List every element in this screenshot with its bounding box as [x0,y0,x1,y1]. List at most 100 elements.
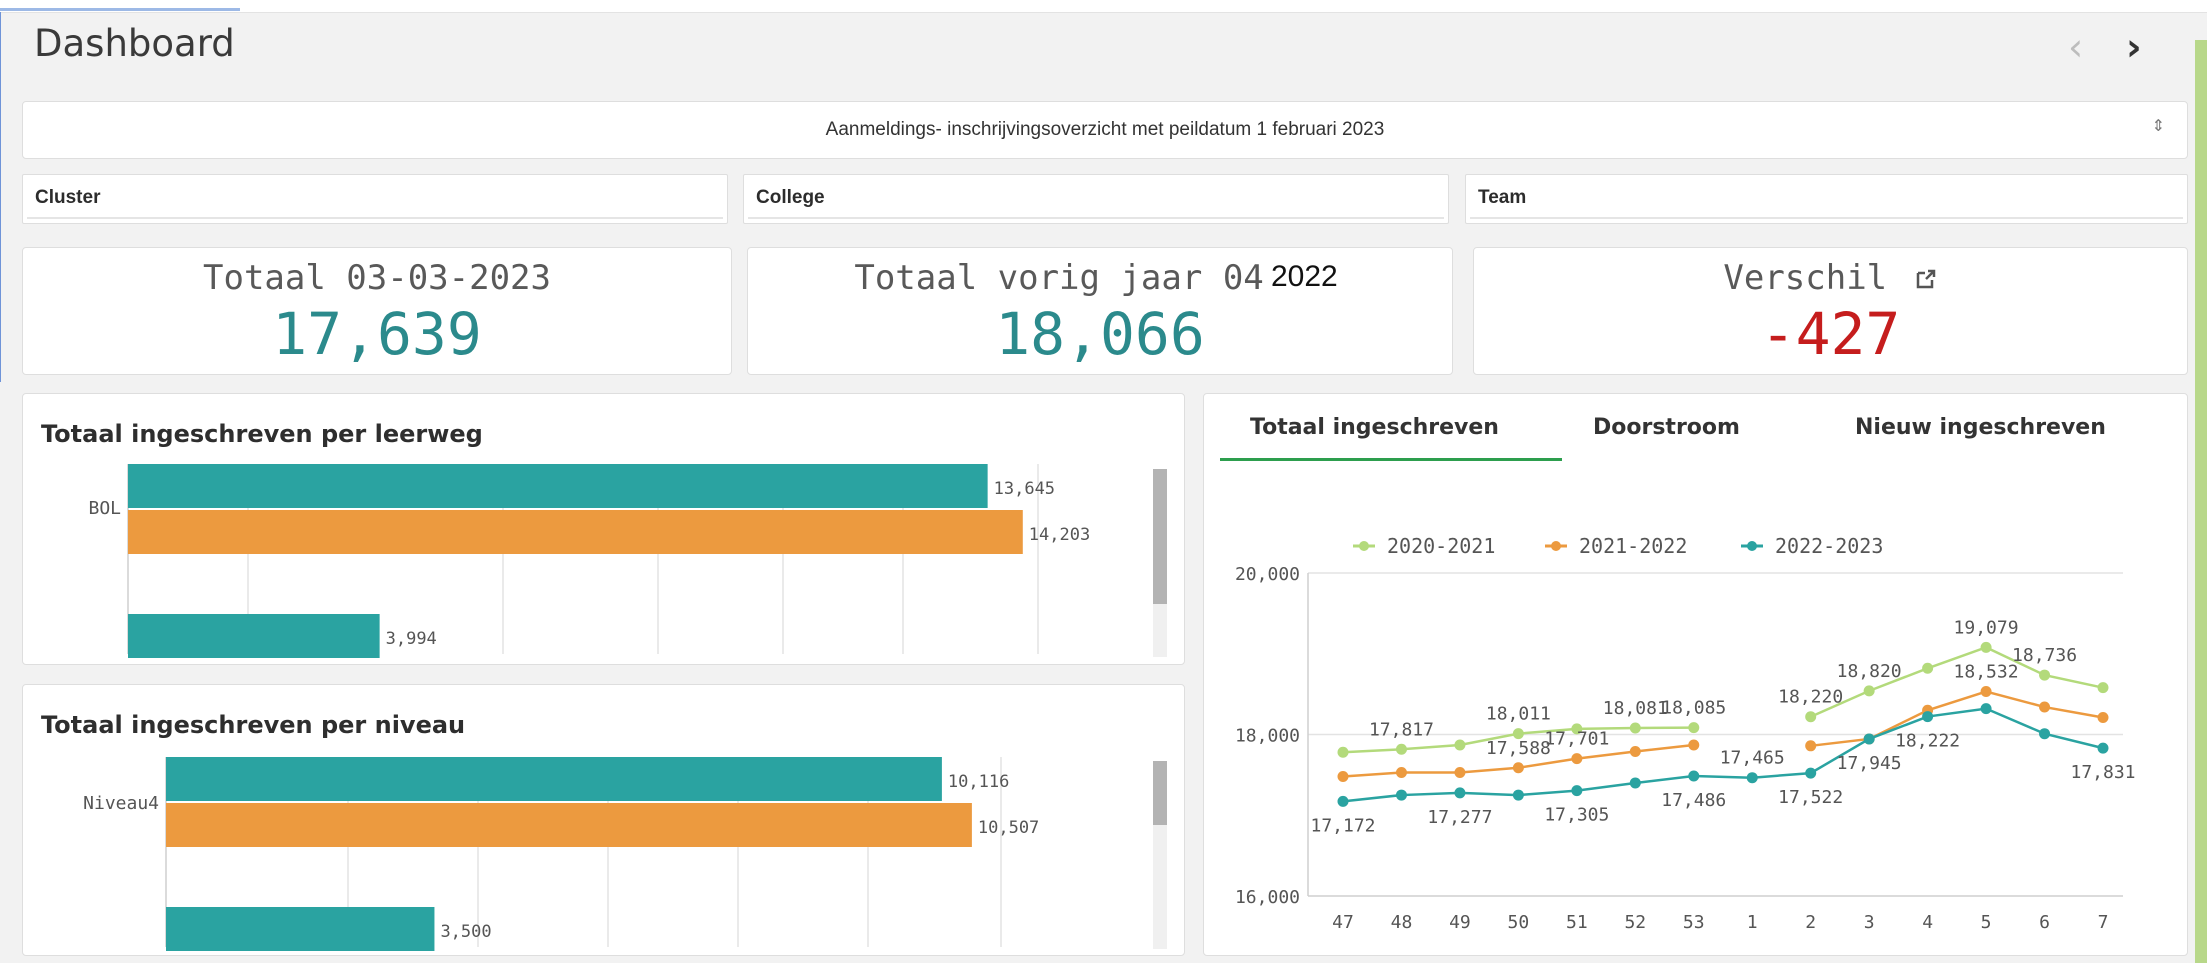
kpi-value: 18,066 [995,300,1205,368]
data-point[interactable] [2039,669,2051,681]
filter-label: College [756,187,825,208]
sheet-selector-label: Aanmeldings- inschrijvingsoverzicht met … [825,119,1385,140]
data-point[interactable] [1980,686,1992,698]
data-point[interactable] [1922,662,1934,674]
data-point[interactable] [1395,766,1407,778]
data-point[interactable] [1571,753,1583,765]
kpi-value: -427 [1760,300,1901,368]
bar[interactable] [166,803,972,847]
filter-college[interactable]: College [743,174,1449,224]
next-sheet-button[interactable]: › [2126,28,2142,66]
tab-doorstroom[interactable]: Doorstroom [1593,415,1740,440]
scrollbar[interactable] [1153,761,1167,949]
data-point[interactable] [2097,682,2109,694]
active-tab-underline [1220,458,1562,461]
data-point[interactable] [1805,711,1817,723]
scroll-thumb[interactable] [1153,761,1167,825]
leerweg-bar-chart[interactable]: BOL 13,645 14,203 3,994 [23,464,1148,664]
legend-marker [1359,541,1369,551]
data-label: 17,172 [1310,815,1375,836]
legend-label[interactable]: 2021-2022 [1579,534,1687,558]
data-point[interactable] [1688,722,1700,734]
data-label: 17,588 [1486,738,1551,759]
x-tick-label: 50 [1508,912,1530,933]
scroll-thumb[interactable] [1153,469,1167,604]
data-point[interactable] [2097,712,2109,724]
x-tick-label: 4 [1922,912,1933,933]
external-link-icon[interactable] [1914,267,1938,291]
data-point[interactable] [1454,766,1466,778]
tab-nieuw-ingeschreven[interactable]: Nieuw ingeschreven [1855,415,2106,440]
data-label: 19,079 [1954,617,2019,638]
sheet-selector[interactable]: Aanmeldings- inschrijvingsoverzicht met … [22,101,2188,159]
legend-label[interactable]: 2022-2023 [1775,534,1883,558]
y-tick-label: 18,000 [1235,726,1300,747]
top-bar [0,0,2207,13]
active-tab-indicator [0,0,240,11]
niveau-bar-chart[interactable]: Niveau4 10,116 10,507 3,500 [23,757,1148,957]
data-label: 17,701 [1544,729,1609,750]
data-point[interactable] [2039,701,2051,713]
data-point[interactable] [1688,739,1700,751]
line-chart[interactable]: 2020-2021 2021-2022 2022-2023 16,000 18,000… [1203,480,2188,956]
bar[interactable] [128,464,988,508]
x-tick-label: 7 [2098,912,2109,933]
chart-title: Totaal ingeschreven per leerweg [41,420,483,448]
bar[interactable] [128,614,380,658]
chart-niveau-card[interactable]: Totaal ingeschreven per niveau Niveau4 1… [22,684,1185,956]
previous-sheet-button[interactable]: ‹ [2068,28,2083,66]
data-point[interactable] [1980,703,1992,715]
kpi-title: Verschil [1474,258,2187,298]
x-tick-label: 52 [1624,912,1646,933]
data-point[interactable] [1512,762,1524,774]
data-point[interactable] [1746,772,1758,784]
filter-label: Cluster [35,187,101,208]
data-point[interactable] [2097,742,2109,754]
data-point[interactable] [1629,745,1641,757]
data-point[interactable] [1571,785,1583,797]
data-label: 17,945 [1837,753,1902,774]
data-point[interactable] [1980,641,1992,653]
kpi-totaal-vorig-jaar[interactable]: Totaal vorig jaar 04-03- 2022 18,066 [747,247,1453,375]
bar-value-label: 14,203 [1029,525,1090,545]
data-point[interactable] [1454,787,1466,799]
bar-value-label: 3,994 [386,629,437,649]
data-point[interactable] [1337,746,1349,758]
bar[interactable] [166,757,942,801]
data-point[interactable] [1863,685,1875,697]
data-label: 18,081 [1603,698,1668,719]
bar[interactable] [166,907,435,951]
bar-value-label: 10,507 [978,818,1039,838]
data-point[interactable] [1805,740,1817,752]
data-point[interactable] [1337,770,1349,782]
data-point[interactable] [1863,733,1875,745]
x-tick-label: 2 [1805,912,1816,933]
data-point[interactable] [1922,711,1934,723]
filter-cluster[interactable]: Cluster [22,174,728,224]
bar[interactable] [128,510,1023,554]
x-tick-label: 3 [1864,912,1875,933]
data-label: 18,532 [1954,662,2019,683]
kpi-verschil[interactable]: Verschil -427 [1473,247,2188,375]
data-point[interactable] [1688,770,1700,782]
data-point[interactable] [1629,722,1641,734]
filter-team[interactable]: Team [1465,174,2188,224]
x-tick-label: 49 [1449,912,1471,933]
data-point[interactable] [1512,789,1524,801]
legend-label[interactable]: 2020-2021 [1387,534,1495,558]
data-point[interactable] [1337,795,1349,807]
data-point[interactable] [1395,743,1407,755]
data-point[interactable] [1454,739,1466,751]
data-point[interactable] [2039,728,2051,740]
filter-underline [748,217,1444,219]
kpi-totaal[interactable]: Totaal 03-03-2023 17,639 [22,247,732,375]
updown-icon[interactable]: ⇕ [2152,116,2165,135]
data-point[interactable] [1395,789,1407,801]
tab-totaal-ingeschreven[interactable]: Totaal ingeschreven [1250,415,1499,440]
data-label: 18,085 [1661,698,1726,719]
chart-leerweg-card[interactable]: Totaal ingeschreven per leerweg BOL 13,6… [22,393,1185,665]
data-point[interactable] [1805,767,1817,779]
data-label: 17,817 [1369,719,1434,740]
data-point[interactable] [1629,777,1641,789]
scrollbar[interactable] [1153,469,1167,657]
